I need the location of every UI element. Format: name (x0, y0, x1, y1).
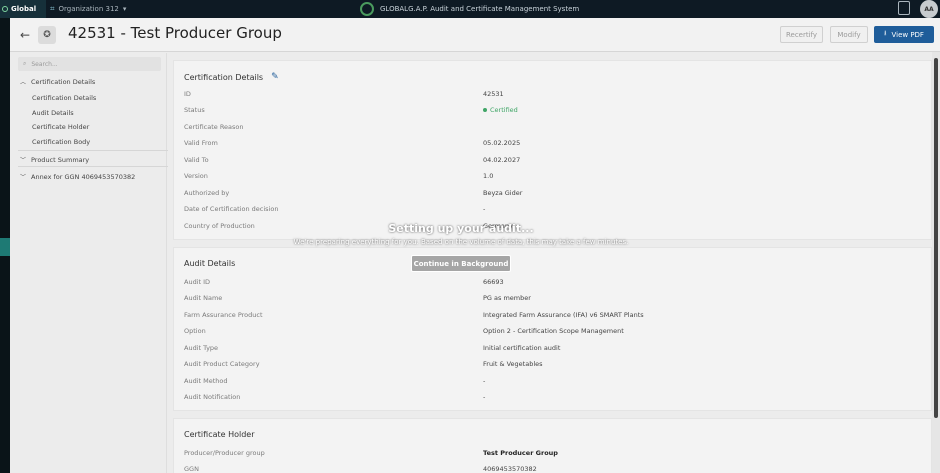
view-pdf-button[interactable]: ⭳ View PDF (874, 26, 934, 43)
sidebar-item-certification-details[interactable]: Certification Details (32, 94, 96, 102)
field-label: Audit ID (184, 278, 211, 286)
field-value: PG as member (483, 294, 531, 302)
field-label: Country of Production (184, 222, 255, 230)
certificate-holder-card: Certificate Holder Producer/Producer gro… (173, 418, 932, 473)
globe-icon (2, 6, 8, 12)
app-rail (0, 18, 10, 473)
page-title: 42531 - Test Producer Group (68, 24, 282, 42)
field-label: Status (184, 106, 205, 114)
field-label: Valid From (184, 139, 218, 147)
card-title: Certificate Holder (184, 430, 255, 439)
field-value: Test Producer Group (483, 449, 558, 457)
user-avatar[interactable]: AA (920, 0, 938, 18)
chevron-up-icon: ︿ (20, 79, 27, 86)
field-value: Fruit & Vegetables (483, 360, 543, 368)
sidebar-item-certification-body[interactable]: Certification Body (32, 138, 90, 146)
continue-in-background-button[interactable]: Continue in Background (411, 255, 511, 272)
modify-button[interactable]: Modify (830, 26, 868, 43)
field-label: Valid To (184, 156, 209, 164)
status-dot-icon (483, 108, 487, 112)
card-title: Audit Details (184, 259, 235, 268)
page-header: ← ✪ 42531 - Test Producer Group Recertif… (10, 18, 940, 52)
search-input[interactable]: ⌕ Search... (18, 57, 161, 71)
field-label: Producer/Producer group (184, 449, 265, 457)
system-brand: GLOBALG.A.P. Audit and Certificate Manag… (360, 0, 579, 18)
status-text: Certified (490, 106, 518, 114)
field-label: Option (184, 327, 206, 335)
sidebar-item-certificate-holder[interactable]: Certificate Holder (32, 123, 89, 131)
global-switcher[interactable]: Global (0, 0, 46, 18)
field-label: Certificate Reason (184, 123, 244, 131)
field-value: Option 2 - Certification Scope Managemen… (483, 327, 624, 335)
field-label: ID (184, 90, 191, 98)
field-label: Audit Product Category (184, 360, 260, 368)
field-value: 66693 (483, 278, 504, 286)
field-label: Audit Notification (184, 393, 241, 401)
chevron-down-icon: ▾ (122, 5, 127, 13)
chevron-down-icon: ﹀ (20, 174, 27, 181)
card-title-text: Audit Details (184, 259, 236, 268)
card-title: Certification Details ✎ (184, 72, 279, 82)
download-icon: ⭳ (884, 29, 887, 37)
globalgap-logo-icon (360, 2, 374, 16)
sidebar-section-certification-details[interactable]: ︿ Certification Details (20, 77, 96, 87)
divider (18, 150, 168, 151)
field-label: GGN (184, 465, 199, 473)
sidebar-section-label: Product Summary (31, 155, 90, 164)
field-value: Integrated Farm Assurance (IFA) v6 SMART… (483, 311, 644, 319)
field-label: Audit Method (184, 377, 228, 385)
field-label: Farm Assurance Product (184, 311, 263, 319)
sidebar-item-audit-details[interactable]: Audit Details (32, 109, 74, 117)
divider (18, 166, 168, 167)
search-icon: ⌕ (23, 60, 27, 67)
field-value: 1.0 (483, 172, 494, 180)
field-value: Germany (483, 222, 513, 230)
view-pdf-label: View PDF (891, 30, 924, 39)
organization-switcher[interactable]: ⌗ Organization 312 ▾ (50, 0, 126, 18)
sidebar-section-annex[interactable]: ﹀ Annex for GGN 4069453570382 (20, 172, 136, 182)
field-label: Audit Name (184, 294, 223, 302)
field-value: 05.02.2025 (483, 139, 521, 147)
tablet-icon[interactable] (898, 1, 910, 15)
field-value: - (483, 205, 486, 213)
sidebar-section-label: Annex for GGN 4069453570382 (31, 172, 136, 181)
field-value: 42531 (483, 90, 504, 98)
field-label: Authorized by (184, 189, 230, 197)
field-value: 4069453570382 (483, 465, 537, 473)
sidebar-section-label: Certification Details (31, 77, 96, 86)
search-placeholder: Search... (31, 60, 58, 68)
back-arrow-icon[interactable]: ← (20, 28, 30, 42)
pencil-icon[interactable]: ✎ (271, 72, 279, 82)
sitemap-icon: ⌗ (50, 4, 55, 13)
recertify-button[interactable]: Recertify (780, 26, 823, 43)
field-label: Date of Certification decision (184, 205, 279, 213)
field-label: Audit Type (184, 344, 219, 352)
global-label: Global (11, 5, 37, 13)
system-title: GLOBALG.A.P. Audit and Certificate Manag… (380, 5, 580, 13)
scrollbar-thumb[interactable] (934, 58, 938, 418)
app-rail-active-item[interactable] (0, 238, 10, 256)
field-value: - (483, 393, 486, 401)
page-scrollbar[interactable] (932, 52, 940, 473)
top-bar: Global ⌗ Organization 312 ▾ GLOBALG.A.P.… (0, 0, 940, 18)
audit-details-card: Audit Details Audit ID 66693 Audit Name … (173, 247, 932, 411)
certification-details-card: Certification Details ✎ ID 42531 Status … (173, 60, 932, 240)
status-badge: Certified (483, 106, 518, 114)
field-value: - (483, 377, 486, 385)
field-value: Beyza Gider (483, 189, 523, 197)
sidebar-section-product-summary[interactable]: ﹀ Product Summary (20, 155, 90, 165)
field-value: 04.02.2027 (483, 156, 521, 164)
sidebar: ⌕ Search... ︿ Certification Details Cert… (10, 53, 168, 473)
field-label: Version (184, 172, 208, 180)
organization-label: Organization 312 (58, 5, 119, 13)
card-title-text: Certificate Holder (184, 430, 255, 439)
card-title-text: Certification Details (184, 72, 264, 82)
field-value: Initial certification audit (483, 344, 561, 352)
certificate-badge-icon: ✪ (38, 26, 56, 44)
chevron-down-icon: ﹀ (20, 157, 27, 164)
